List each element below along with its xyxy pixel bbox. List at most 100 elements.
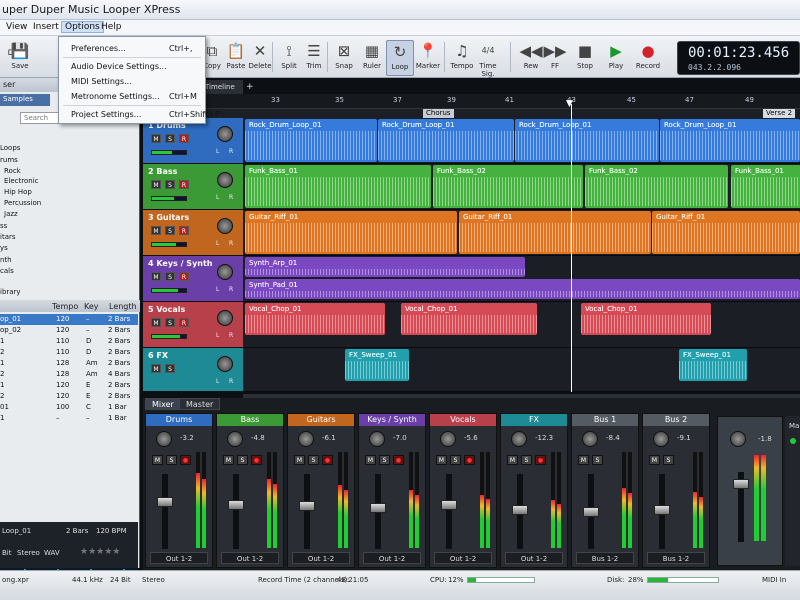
time-signature-button[interactable]: 4/4 Time Sig. xyxy=(474,40,502,78)
tree-item[interactable]: nth xyxy=(0,256,12,264)
strip-fader[interactable] xyxy=(370,503,386,513)
track-header[interactable]: 5 Vocals M S R L R xyxy=(143,302,243,348)
menu-options[interactable]: Options xyxy=(61,21,104,33)
tree-item[interactable]: Rock xyxy=(4,167,21,175)
track-mute-button[interactable]: M xyxy=(151,134,161,143)
tab-mixer[interactable]: Mixer xyxy=(145,398,181,410)
strip-fader[interactable] xyxy=(512,505,528,515)
audio-clip[interactable]: Funk_Bass_01 xyxy=(245,165,431,208)
strip-output-select[interactable]: Bus 1-2 xyxy=(576,552,634,564)
strip-mute-button[interactable]: M xyxy=(152,455,163,465)
snap-button[interactable]: ⊠ Snap xyxy=(330,40,358,76)
strip-output-select[interactable]: Out 1-2 xyxy=(505,552,563,564)
master-fader[interactable] xyxy=(733,479,749,489)
track-lane[interactable]: Vocal_Chop_01 Vocal_Chop_01 Vocal_Chop_01 xyxy=(243,302,800,348)
list-item[interactable]: 01 100 C 1 Bar xyxy=(0,402,138,413)
track-lane[interactable]: Guitar_Riff_01 Guitar_Riff_01 Guitar_Riff_… xyxy=(243,210,800,256)
strip-record-button[interactable]: ● xyxy=(251,455,262,465)
list-item[interactable]: 2 128 Am 4 Bars xyxy=(0,369,138,380)
tab-timeline[interactable]: Timeline xyxy=(205,83,235,91)
playhead-handle-icon[interactable]: ▼ xyxy=(566,99,573,109)
strip-output-select[interactable]: Bus 1-2 xyxy=(647,552,705,564)
strip-pan-knob[interactable] xyxy=(653,431,669,447)
list-item[interactable]: 1 128 Am 2 Bars xyxy=(0,358,138,369)
strip-mute-button[interactable]: M xyxy=(578,455,589,465)
track-lane[interactable]: Synth_Arp_01 Synth_Pad_01 xyxy=(243,256,800,302)
strip-mute-button[interactable]: M xyxy=(507,455,518,465)
strip-solo-button[interactable]: S xyxy=(237,455,248,465)
strip-output-select[interactable]: Out 1-2 xyxy=(221,552,279,564)
loop-button[interactable]: ↻ Loop xyxy=(386,40,414,76)
strip-output-select[interactable]: Out 1-2 xyxy=(150,552,208,564)
strip-fader[interactable] xyxy=(228,500,244,510)
audio-clip[interactable]: Funk_Bass_01 xyxy=(731,165,800,208)
master-pan-knob[interactable] xyxy=(730,431,746,447)
track-solo-button[interactable]: S xyxy=(165,364,175,373)
track-solo-button[interactable]: S xyxy=(165,272,175,281)
strip-fader-track[interactable] xyxy=(233,474,239,549)
strip-record-button[interactable]: ● xyxy=(535,455,546,465)
strip-record-button[interactable]: ● xyxy=(393,455,404,465)
strip-solo-button[interactable]: S xyxy=(379,455,390,465)
audio-clip[interactable]: Rock_Drum_Loop_01 xyxy=(378,119,514,162)
list-item[interactable]: op_02 120 – 2 Bars xyxy=(0,325,138,336)
tree-item[interactable]: cals xyxy=(0,267,14,275)
track-solo-button[interactable]: S xyxy=(165,226,175,235)
track-mute-button[interactable]: M xyxy=(151,318,161,327)
fast-forward-button[interactable]: ▶▶ FF xyxy=(541,40,569,76)
column-key[interactable]: Key xyxy=(84,302,99,311)
record-button[interactable]: ● Record xyxy=(634,40,662,76)
track-solo-button[interactable]: S xyxy=(165,318,175,327)
tree-item[interactable]: rums xyxy=(0,156,18,164)
add-tab-button[interactable]: + xyxy=(246,82,254,92)
strip-output-select[interactable]: Out 1-2 xyxy=(363,552,421,564)
track-pan-knob[interactable] xyxy=(217,126,233,142)
track-header[interactable]: 2 Bass M S R L R xyxy=(143,164,243,210)
column-tempo[interactable]: Tempo xyxy=(52,302,78,311)
track-mute-button[interactable]: M xyxy=(151,364,161,373)
track-header[interactable]: 3 Guitars M S R L R xyxy=(143,210,243,256)
dropdown-item[interactable]: MIDI Settings... xyxy=(59,73,205,89)
tree-item[interactable]: Hip Hop xyxy=(4,188,32,196)
strip-fader[interactable] xyxy=(441,500,457,510)
tab-samples[interactable]: Samples xyxy=(0,94,50,106)
strip-fader-track[interactable] xyxy=(446,474,452,549)
strip-record-button[interactable]: ● xyxy=(180,455,191,465)
audio-clip[interactable]: Funk_Bass_02 xyxy=(585,165,728,208)
track-header[interactable]: 4 Keys / Synth M S R L R xyxy=(143,256,243,302)
track-mute-button[interactable]: M xyxy=(151,226,161,235)
audio-clip[interactable]: Guitar_Riff_01 xyxy=(245,211,457,254)
strip-pan-knob[interactable] xyxy=(298,431,314,447)
strip-output-select[interactable]: Out 1-2 xyxy=(434,552,492,564)
strip-solo-button[interactable]: S xyxy=(166,455,177,465)
trim-button[interactable]: ☰ Trim xyxy=(300,40,328,76)
tree-item[interactable]: Jazz xyxy=(4,210,18,218)
menu-insert[interactable]: Insert xyxy=(33,22,59,32)
tree-item[interactable]: ss xyxy=(0,222,7,230)
strip-solo-button[interactable]: S xyxy=(308,455,319,465)
strip-solo-button[interactable]: S xyxy=(450,455,461,465)
audio-clip[interactable]: FX_Sweep_01 xyxy=(345,349,409,381)
audio-clip[interactable]: Vocal_Chop_01 xyxy=(401,303,537,335)
audio-clip[interactable]: Rock_Drum_Loop_01 xyxy=(660,119,800,162)
marker-button[interactable]: 📍 Marker xyxy=(414,40,442,76)
strip-record-button[interactable]: ● xyxy=(322,455,333,465)
strip-fader[interactable] xyxy=(654,505,670,515)
strip-pan-knob[interactable] xyxy=(582,431,598,447)
strip-solo-button[interactable]: S xyxy=(663,455,674,465)
marker-lane[interactable]: Chorus Verse 2 xyxy=(243,109,800,118)
track-pan-knob[interactable] xyxy=(217,356,233,372)
tree-item[interactable]: Percussion xyxy=(4,199,41,207)
tree-item[interactable]: itars xyxy=(0,233,16,241)
track-pan-knob[interactable] xyxy=(217,264,233,280)
strip-fader[interactable] xyxy=(157,497,173,507)
list-item[interactable]: 2 120 E 2 Bars xyxy=(0,391,138,402)
strip-mute-button[interactable]: M xyxy=(223,455,234,465)
track-record-arm-button[interactable]: R xyxy=(179,134,189,143)
strip-mute-button[interactable]: M xyxy=(436,455,447,465)
strip-output-select[interactable]: Out 1-2 xyxy=(292,552,350,564)
dropdown-item[interactable]: Audio Device Settings... xyxy=(59,58,205,74)
list-item[interactable]: 1 120 E 2 Bars xyxy=(0,380,138,391)
list-item[interactable]: 1 110 D 2 Bars xyxy=(0,336,138,347)
audio-clip[interactable]: Vocal_Chop_01 xyxy=(245,303,385,335)
